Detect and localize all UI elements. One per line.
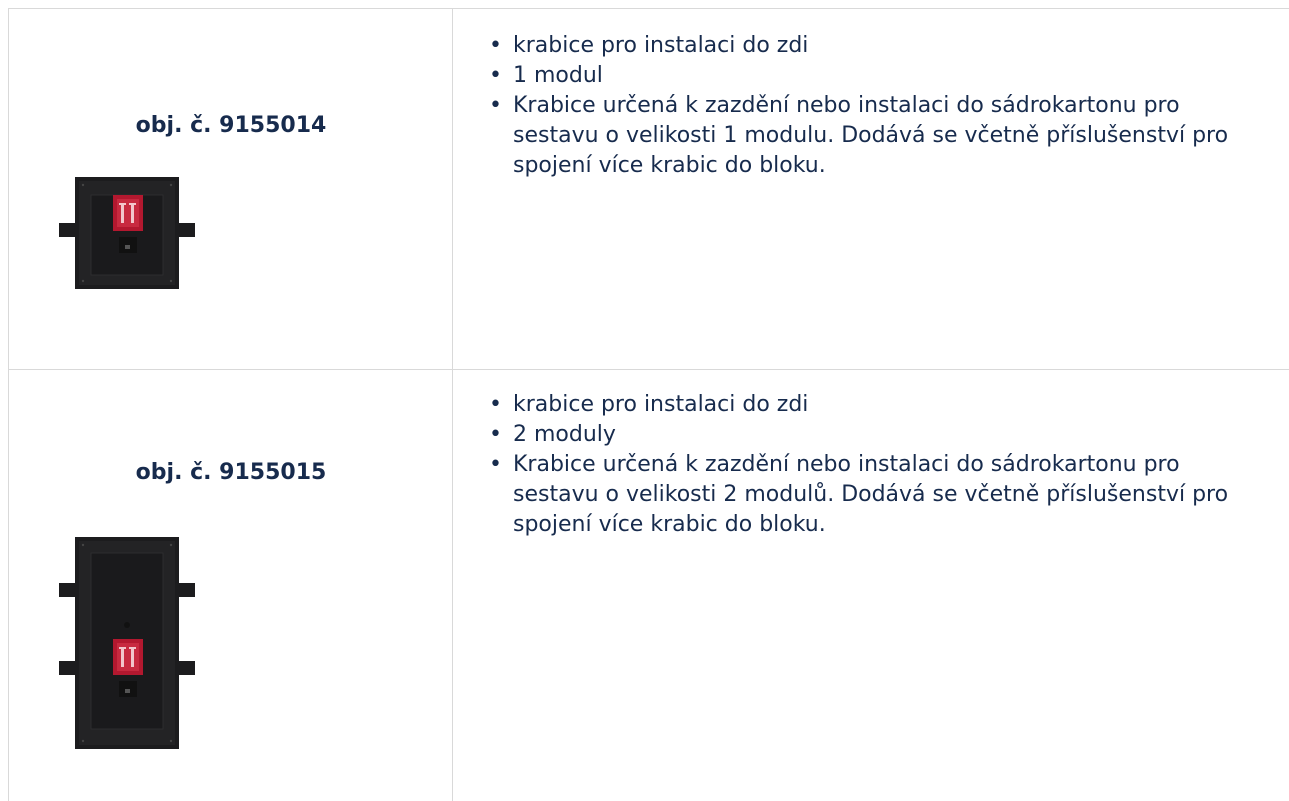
feature-list: krabice pro instalaci do zdi 2 moduly Kr… <box>487 390 1267 540</box>
feature-list: krabice pro instalaci do zdi 1 modul Kra… <box>487 31 1267 181</box>
table-row: obj. č. 9155014 • krabice pro instalaci … <box>9 9 1289 370</box>
product-cell: obj. č. 9155014 <box>9 9 453 369</box>
list-item: 1 modul <box>487 61 1267 91</box>
wall-box-1-module-image <box>57 167 197 296</box>
list-item: krabice pro instalaci do zdi <box>487 390 1267 420</box>
order-number: obj. č. 9155014 <box>135 113 327 138</box>
list-item: krabice pro instalaci do zdi <box>487 31 1267 61</box>
list-item: 2 moduly <box>487 420 1267 450</box>
description-cell: krabice pro instalaci do zdi 2 moduly Kr… <box>453 370 1289 801</box>
table-row: obj. č. 9155015 • krabice pro instalaci … <box>9 370 1289 801</box>
order-number: obj. č. 9155015 <box>135 460 327 485</box>
list-item: Krabice určená k zazdění nebo instalaci … <box>487 91 1267 181</box>
list-item: Krabice určená k zazdění nebo instalaci … <box>487 450 1267 540</box>
product-table: obj. č. 9155014 • krabice pro instalaci … <box>8 8 1289 801</box>
wall-box-2-modules-image <box>57 535 197 759</box>
description-cell: krabice pro instalaci do zdi 1 modul Kra… <box>453 9 1289 369</box>
product-cell: obj. č. 9155015 <box>9 370 453 801</box>
